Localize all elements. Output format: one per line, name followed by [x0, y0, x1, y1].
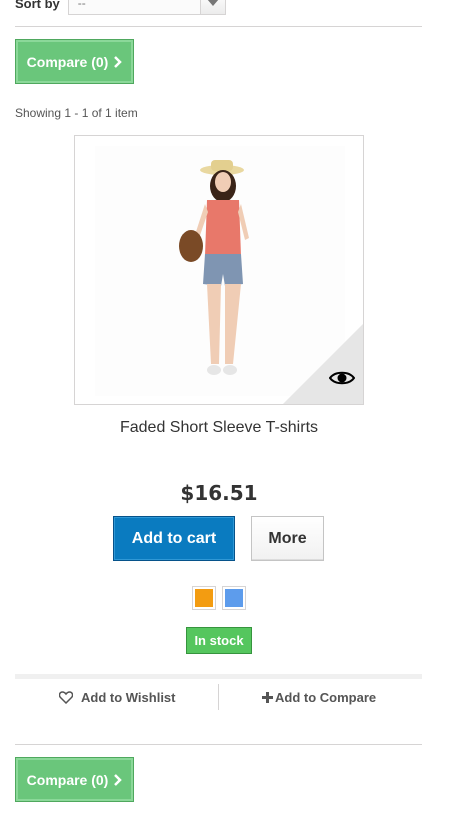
stock-badge: In stock — [186, 627, 252, 654]
chevron-right-icon — [114, 55, 123, 68]
showing-count: Showing 1 - 1 of 1 item — [15, 106, 138, 120]
compare-button-bottom[interactable]: Compare (0) — [15, 757, 134, 802]
add-to-compare-link[interactable]: Add to Compare — [262, 690, 376, 705]
wishlist-label: Add to Wishlist — [81, 690, 176, 705]
heart-icon — [59, 691, 73, 704]
sort-row: Sort by -- — [15, 0, 226, 15]
compare-button-label: Compare (0) — [26, 53, 109, 70]
actions-separator — [218, 684, 219, 710]
sort-select-value: -- — [77, 0, 86, 10]
quick-view-corner[interactable] — [283, 324, 363, 404]
sort-select[interactable]: -- — [67, 0, 226, 15]
swatch-fill — [225, 589, 243, 607]
add-to-compare-label: Add to Compare — [275, 690, 377, 705]
plus-icon — [262, 692, 273, 703]
product-price: $16.51 — [180, 481, 258, 505]
color-swatch-orange[interactable] — [192, 586, 216, 610]
add-to-wishlist-link[interactable]: Add to Wishlist — [59, 690, 176, 705]
eye-icon[interactable] — [329, 370, 355, 386]
divider-top — [15, 26, 422, 27]
compare-button-top[interactable]: Compare (0) — [15, 39, 134, 84]
color-swatch-blue[interactable] — [222, 586, 246, 610]
chevron-right-icon — [114, 773, 123, 786]
product-name[interactable]: Faded Short Sleeve T-shirts — [0, 419, 438, 437]
more-button[interactable]: More — [251, 516, 324, 561]
sort-label: Sort by — [15, 0, 60, 11]
compare-button-label: Compare (0) — [26, 771, 109, 788]
chevron-down-icon[interactable] — [199, 0, 225, 14]
product-image[interactable] — [74, 135, 364, 405]
add-to-cart-button[interactable]: Add to cart — [113, 516, 235, 561]
swatch-fill — [195, 589, 213, 607]
divider-bottom — [15, 744, 422, 745]
